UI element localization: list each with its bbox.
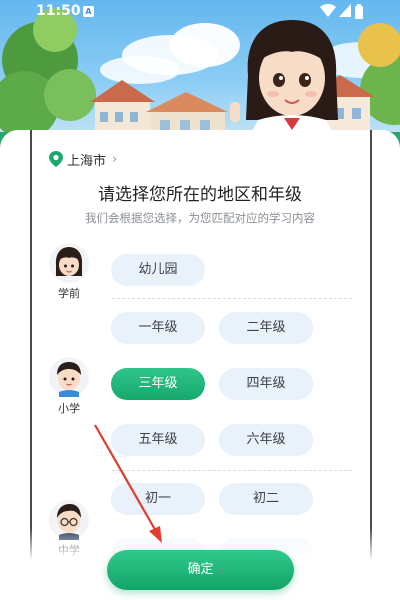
grade-chip-grade-4[interactable]: 四年级	[219, 368, 313, 400]
confirm-button[interactable]: 确定	[107, 550, 294, 590]
app-screen: 11:50 A 上海市 › 请选择您所在的地区和年级 我们会根据您选择，为您匹配…	[0, 0, 400, 600]
page-subtitle: 我们会根据您选择，为您匹配对应的学习内容	[85, 211, 315, 225]
city-name: 上海市	[67, 153, 107, 169]
character-icon	[230, 20, 338, 135]
status-bar: 11:50 A	[0, 0, 400, 24]
status-time: 11:50	[36, 3, 81, 19]
hero-banner: 11:50 A	[0, 0, 400, 150]
section-label-primary: 小学	[58, 402, 80, 415]
boy-avatar-icon	[49, 357, 89, 397]
grade-chip-kindergarten[interactable]: 幼儿园	[111, 254, 205, 286]
girl-avatar-icon	[49, 243, 89, 283]
grade-chip-junior-1[interactable]: 初一	[111, 483, 205, 515]
location-selector[interactable]: 上海市 ›	[49, 149, 117, 169]
notification-icon: A	[83, 6, 94, 17]
section-divider	[112, 470, 352, 471]
battery-icon	[355, 4, 363, 19]
grade-chip-grade-3-selected[interactable]: 三年级	[111, 368, 205, 400]
grade-chip-junior-2[interactable]: 初二	[219, 483, 313, 515]
grade-chip-grade-2[interactable]: 二年级	[219, 312, 313, 344]
page-title: 请选择您所在的地区和年级	[98, 185, 302, 205]
wifi-icon	[320, 4, 336, 17]
section-label-preschool: 学前	[58, 287, 80, 300]
section-divider	[112, 298, 352, 299]
chevron-right-icon: ›	[112, 151, 118, 167]
grade-chip-grade-6[interactable]: 六年级	[219, 424, 313, 456]
grade-chip-grade-5[interactable]: 五年级	[111, 424, 205, 456]
location-pin-icon	[49, 151, 63, 167]
grade-chip-grade-1[interactable]: 一年级	[111, 312, 205, 344]
cellular-signal-icon	[339, 4, 351, 17]
